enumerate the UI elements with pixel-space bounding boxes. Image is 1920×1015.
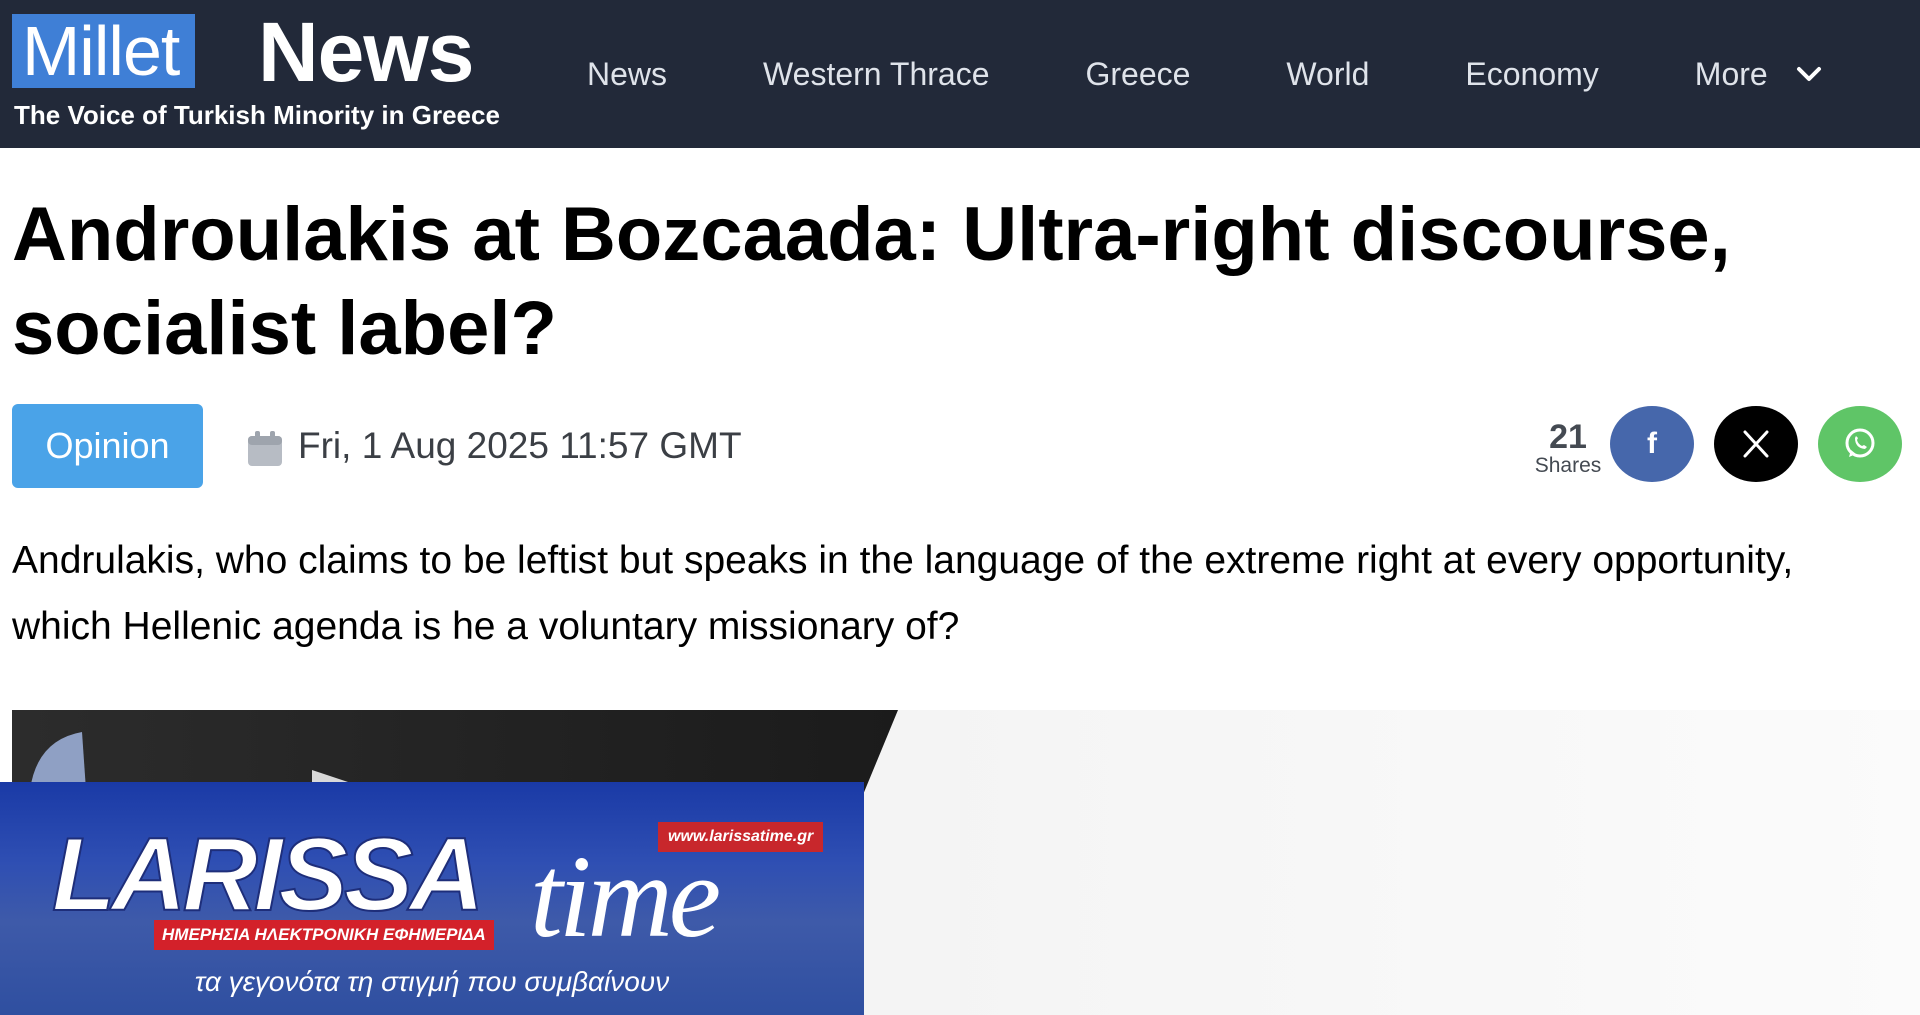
nav-item-news[interactable]: News [587,52,667,96]
chevron-down-icon [1796,67,1821,81]
nav-item-world[interactable]: World [1286,52,1369,96]
larissatime-url: www.larissatime.gr [658,822,824,852]
article-meta: Opinion Fri, 1 Aug 2025 11:57 GMT 21 Sha… [12,404,1908,488]
share-count-label: Shares [1534,454,1602,477]
nav-more-label: More [1694,56,1768,92]
publish-date: Fri, 1 Aug 2025 11:57 GMT [298,425,742,466]
article-title: Androulakis at Bozcaada: Ultra-right dis… [12,192,1731,371]
facebook-icon: f [1647,427,1657,460]
calendar-icon [248,431,282,466]
nav-item-greece[interactable]: Greece [1085,52,1190,96]
site-logo[interactable]: Millet News The Voice of Turkish Minorit… [12,10,512,136]
share-count: 21 Shares [1520,420,1616,478]
larissatime-slogan: τα γεγονότα τη στιγμή που συμβαίνουν [194,966,670,997]
larissatime-subtitle: ΗΜΕΡΗΣΙΑ ΗΛΕΚΤΡΟΝΙΚΗ ΕΦΗΜΕΡΙΔΑ [154,920,494,950]
svg-text:LARISSA: LARISSA [52,817,480,933]
whatsapp-icon [1845,428,1875,458]
share-count-number: 21 [1549,418,1587,456]
x-icon [1743,430,1769,458]
logo-millet-text: Millet [12,14,196,88]
nav-item-economy[interactable]: Economy [1465,52,1598,96]
whatsapp-share-button[interactable] [1818,406,1902,482]
x-share-button[interactable] [1714,406,1798,482]
logo-news-text: News [258,5,474,99]
nav-item-western-thrace[interactable]: Western Thrace [763,52,989,96]
nav-more-menu[interactable]: More [1695,52,1824,96]
larissatime-watermark: LARISSA time www.larissatime.gr ΗΜΕΡΗΣΙΑ… [0,782,864,1015]
article-lead: Andrulakis, who claims to be leftist but… [12,539,1794,648]
site-header: Millet News The Voice of Turkish Minorit… [0,0,1920,148]
main-nav: News Western Thrace Greece World Economy… [587,52,1824,96]
category-badge[interactable]: Opinion [12,404,203,488]
facebook-share-button[interactable]: f [1610,406,1694,482]
site-tagline: The Voice of Turkish Minority in Greece [14,100,500,130]
